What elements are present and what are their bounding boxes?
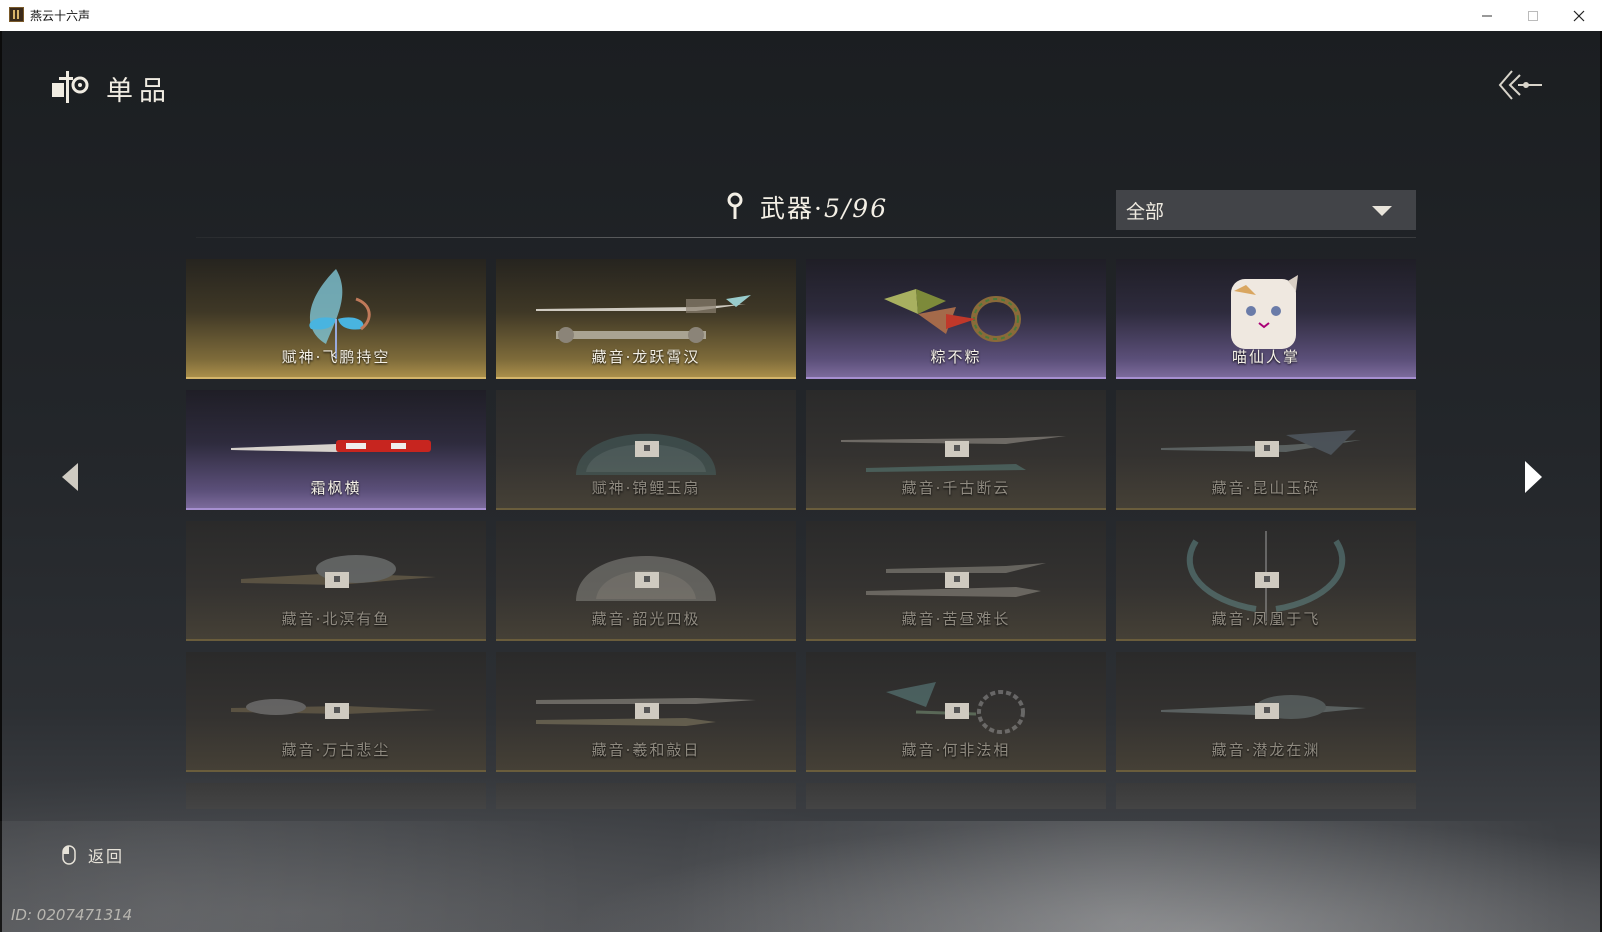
item-card[interactable]: 藏音·万古悲尘	[186, 652, 486, 772]
item-label: 喵仙人掌	[1231, 348, 1300, 366]
lock-icon	[635, 703, 659, 719]
next-page-arrow-icon[interactable]	[1522, 459, 1544, 495]
mouse-icon	[62, 845, 76, 865]
item-label: 藏音·潜龙在渊	[1211, 741, 1321, 759]
lock-icon	[1255, 572, 1279, 588]
item-card[interactable]: 藏音·龙跃霄汉	[496, 259, 796, 379]
window-title: 燕云十六声	[30, 9, 91, 23]
item-card[interactable]: 藏音·凤凰于飞	[1116, 521, 1416, 641]
item-label: 藏音·龙跃霄汉	[591, 348, 701, 366]
item-card-partial[interactable]	[1116, 783, 1416, 809]
item-card[interactable]: 藏音·北溟有鱼	[186, 521, 486, 641]
item-card[interactable]: 藏音·潜龙在渊	[1116, 652, 1416, 772]
lock-icon	[945, 572, 969, 588]
item-card[interactable]: 赋神·飞鹏持空	[186, 259, 486, 379]
category-heading: 武器·5/96	[760, 189, 888, 225]
page-title: 单品	[106, 76, 172, 107]
item-label: 藏音·羲和敲日	[591, 741, 701, 759]
lock-icon	[945, 703, 969, 719]
game-screen: 单品 武器·5/96 全部 赋神·飞鹏持空 藏音·龙跃霄汉 粽不粽 喵仙人掌 霜…	[0, 31, 1602, 932]
maximize-icon	[1528, 10, 1538, 21]
maximize-button[interactable]	[1510, 0, 1556, 31]
user-id: ID: 0207471314	[11, 906, 133, 924]
window-titlebar: 燕云十六声	[0, 0, 1602, 32]
frame-border-left	[0, 31, 2, 932]
back-arrow-icon[interactable]	[1496, 67, 1544, 103]
item-card[interactable]: 藏音·何非法相	[806, 652, 1106, 772]
minimize-button[interactable]	[1464, 0, 1510, 31]
snow-ground	[0, 821, 1602, 932]
category-name: 武器	[760, 194, 815, 223]
prev-page-arrow-icon[interactable]	[60, 461, 80, 493]
item-label: 藏音·昆山玉碎	[1211, 479, 1321, 497]
lock-icon	[1255, 441, 1279, 457]
item-card-partial[interactable]	[186, 783, 486, 809]
item-card[interactable]: 藏音·昆山玉碎	[1116, 390, 1416, 510]
header-divider	[196, 237, 1416, 238]
lock-icon	[635, 441, 659, 457]
item-card[interactable]: 藏音·千古断云	[806, 390, 1106, 510]
filter-selected: 全部	[1126, 200, 1165, 223]
item-label: 藏音·北溟有鱼	[281, 610, 391, 628]
item-label: 赋神·锦鲤玉扇	[591, 479, 701, 497]
chevron-down-icon	[1372, 206, 1392, 216]
item-card[interactable]: 粽不粽	[806, 259, 1106, 379]
item-label: 藏音·千古断云	[901, 479, 1011, 497]
back-hint[interactable]: 返回	[62, 843, 124, 867]
item-label: 藏音·韶光四极	[591, 610, 701, 628]
category-count: 5/96	[823, 194, 889, 223]
item-label: 藏音·苦昼难长	[901, 610, 1011, 628]
app-icon	[9, 7, 24, 22]
collection-icon	[52, 71, 89, 103]
minimize-icon	[1482, 15, 1492, 16]
lock-icon	[635, 572, 659, 588]
back-hint-label: 返回	[88, 847, 125, 866]
filter-dropdown[interactable]: 全部	[1116, 190, 1416, 230]
item-card[interactable]: 藏音·羲和敲日	[496, 652, 796, 772]
item-card[interactable]: 霜枫横	[186, 390, 486, 510]
item-grid: 赋神·飞鹏持空 藏音·龙跃霄汉 粽不粽 喵仙人掌 霜枫横 赋神·锦鲤玉扇 藏音·…	[186, 259, 1416, 821]
item-card-partial[interactable]	[806, 783, 1106, 809]
lock-icon	[1255, 703, 1279, 719]
item-card-partial[interactable]	[496, 783, 796, 809]
lock-icon	[945, 441, 969, 457]
item-label: 藏音·何非法相	[901, 741, 1011, 759]
item-label: 藏音·万古悲尘	[281, 741, 391, 759]
location-pin-icon	[727, 192, 743, 219]
item-card[interactable]: 藏音·苦昼难长	[806, 521, 1106, 641]
item-label: 赋神·飞鹏持空	[281, 348, 391, 366]
item-card[interactable]: 藏音·韶光四极	[496, 521, 796, 641]
item-card[interactable]: 喵仙人掌	[1116, 259, 1416, 379]
lock-icon	[325, 572, 349, 588]
item-card[interactable]: 赋神·锦鲤玉扇	[496, 390, 796, 510]
category-separator: ·	[814, 194, 824, 223]
item-label: 粽不粽	[930, 348, 982, 366]
lock-icon	[325, 703, 349, 719]
item-label: 藏音·凤凰于飞	[1211, 610, 1321, 628]
close-button[interactable]	[1556, 0, 1602, 31]
item-label: 霜枫横	[310, 479, 362, 497]
close-icon	[1573, 10, 1585, 21]
